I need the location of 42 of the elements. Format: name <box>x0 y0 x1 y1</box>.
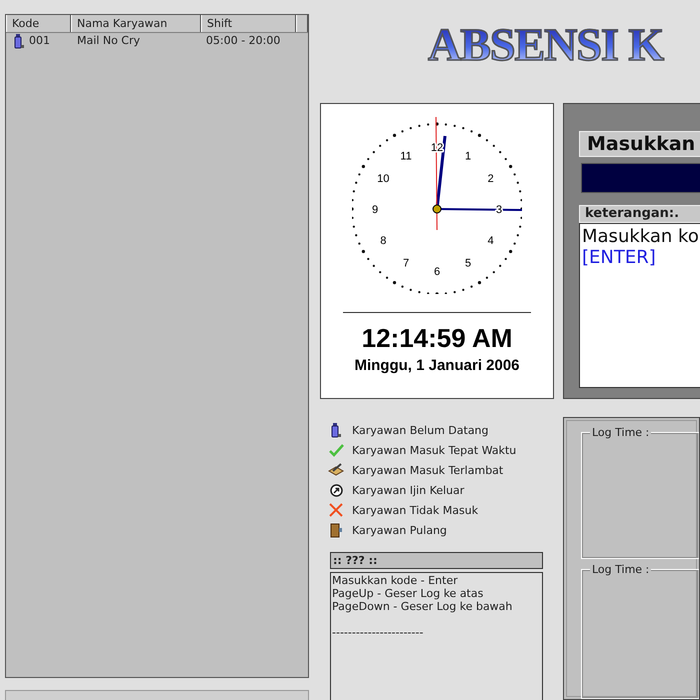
door-icon <box>330 522 342 538</box>
legend-label: Karyawan Belum Datang <box>352 424 489 436</box>
table-cell: 001 <box>29 33 50 49</box>
column-header[interactable]: Kode <box>6 15 71 32</box>
date-text: Minggu, 1 Januari 2006 <box>354 357 520 374</box>
help-title-bar: :: ??? :: <box>330 552 543 569</box>
clock-numeral: 10 <box>377 173 390 185</box>
arrow-circle-icon <box>330 484 342 496</box>
clock-numeral: 9 <box>372 204 378 216</box>
column-header[interactable]: Shift <box>201 15 296 32</box>
info-key-text: [ENTER] <box>582 247 657 268</box>
help-line: PageDown - Geser Log ke bawah <box>332 600 514 613</box>
clock-numeral: 11 <box>400 150 412 162</box>
legend-label: Karyawan Ijin Keluar <box>352 484 464 496</box>
bottle-icon <box>13 34 25 48</box>
help-divider-text: ----------------------- <box>332 626 424 639</box>
info-label: keterangan:. <box>579 205 700 223</box>
entry-label: Masukkan <box>579 131 700 157</box>
log-time-label: Log Time : <box>590 426 652 439</box>
bottle-icon <box>330 422 342 438</box>
table-cell-text: 05:00 - 20:00 <box>205 33 282 49</box>
clock-numeral: 2 <box>488 173 494 185</box>
digital-time: 12:14:59 AM <box>362 323 512 354</box>
help-line: PageUp - Geser Log ke atas <box>332 587 484 600</box>
clock-numeral: 4 <box>488 235 494 247</box>
pencil-icon <box>328 463 344 477</box>
legend-label: Karyawan Masuk Terlambat <box>352 464 504 476</box>
clock-numeral: 8 <box>380 235 386 247</box>
column-header[interactable]: Nama Karyawan <box>71 15 201 32</box>
clock-numeral: 7 <box>402 258 410 270</box>
cross-icon <box>329 503 343 517</box>
info-text: Masukkan ko <box>582 226 700 247</box>
legend-label: Karyawan Masuk Tepat Waktu <box>352 444 516 456</box>
clock-numeral: 1 <box>464 150 472 162</box>
help-line: Masukkan kode - Enter <box>332 574 459 587</box>
clock-numeral: 5 <box>464 258 472 270</box>
legend-label: Karyawan Tidak Masuk <box>352 504 478 516</box>
log-time-label: Log Time : <box>590 563 652 576</box>
clock-numeral: 6 <box>434 266 440 278</box>
legend-label: Karyawan Pulang <box>352 524 447 536</box>
check-icon <box>328 444 344 456</box>
table-cell-text: Mail No Cry <box>76 33 142 49</box>
